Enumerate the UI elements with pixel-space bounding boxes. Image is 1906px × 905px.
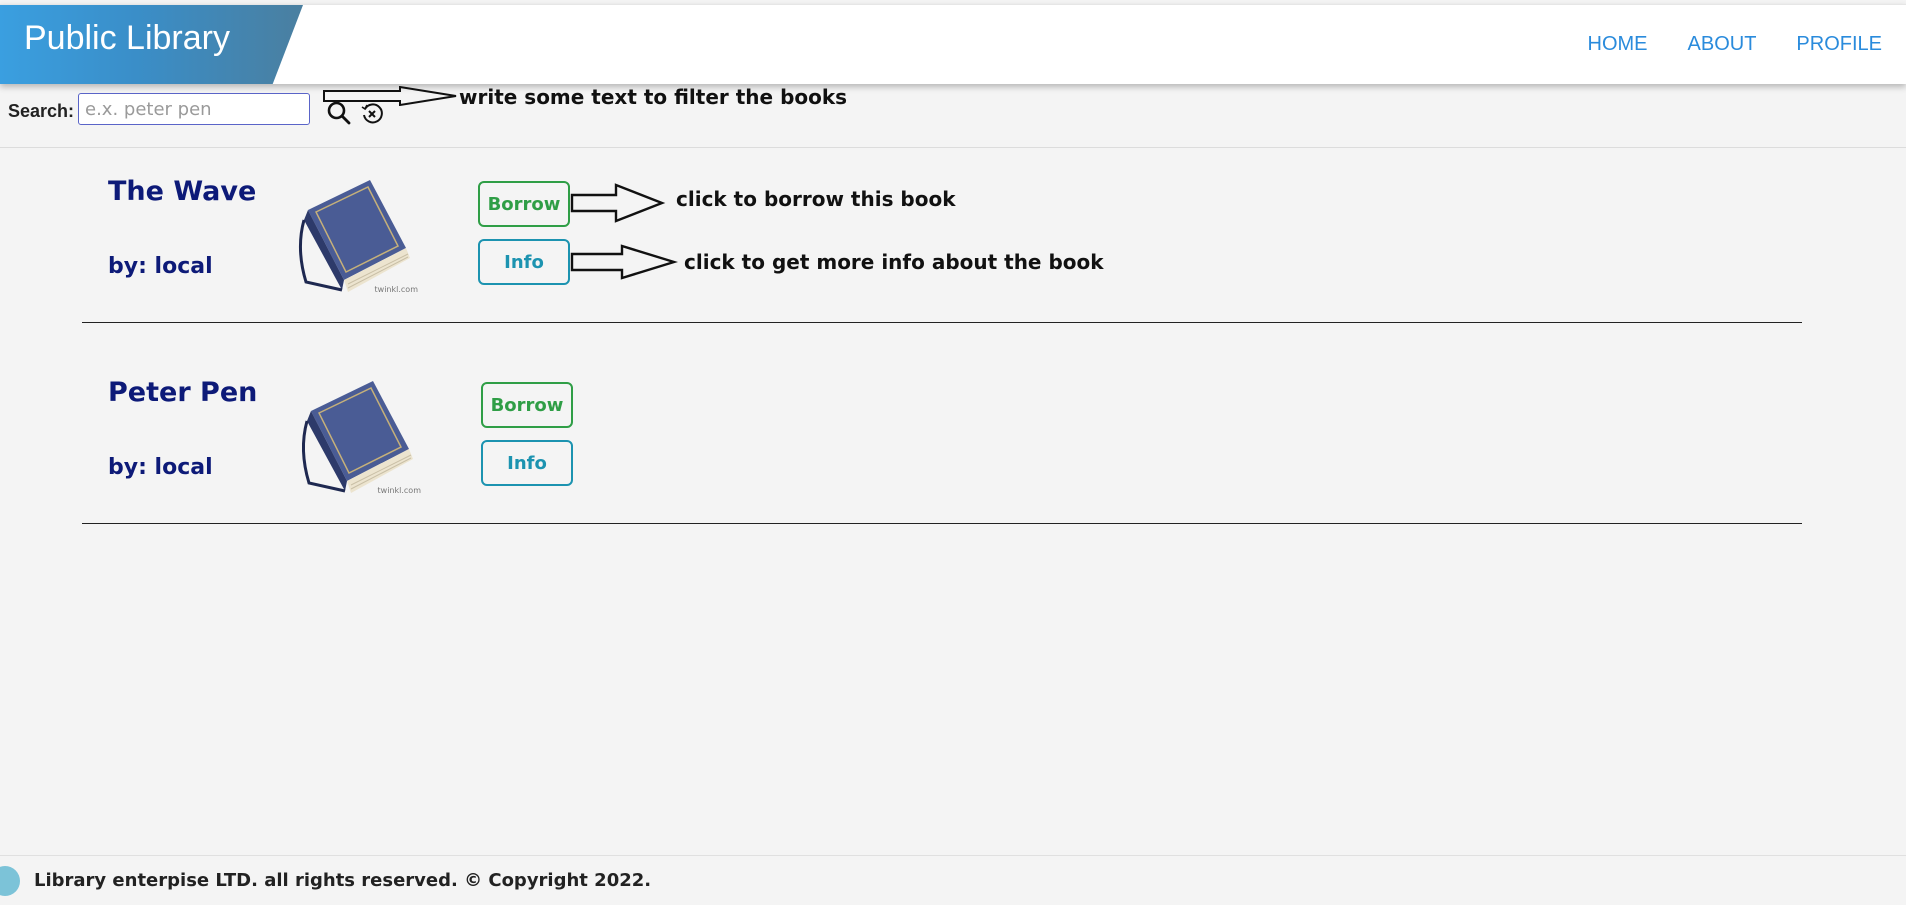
brand-title[interactable]: Public Library [24, 19, 230, 58]
borrow-button[interactable]: Borrow [478, 181, 570, 227]
borrow-annotation: click to borrow this book [676, 187, 956, 211]
info-button[interactable]: Info [481, 440, 573, 486]
borrow-button[interactable]: Borrow [481, 382, 573, 428]
book-author: by: local [108, 254, 213, 279]
book-title: Peter Pen [108, 377, 258, 408]
book-cover-credit: twinkl.com [375, 285, 419, 294]
search-annotation: write some text to filter the books [459, 85, 848, 109]
footer: Library enterpise LTD. all rights reserv… [0, 855, 1906, 905]
borrow-annotation-arrow [570, 183, 666, 223]
main-nav: HOME ABOUT PROFILE [1588, 33, 1882, 56]
nav-about-link[interactable]: ABOUT [1688, 33, 1757, 56]
info-annotation: click to get more info about the book [684, 250, 1104, 274]
book-author: by: local [108, 455, 213, 480]
nav-profile-link[interactable]: PROFILE [1796, 33, 1882, 56]
top-navbar: Public Library HOME ABOUT PROFILE [0, 4, 1906, 84]
info-button[interactable]: Info [478, 239, 570, 285]
book-cover-image: twinkl.com [299, 180, 419, 294]
search-input[interactable] [78, 93, 310, 125]
book-row: The Wave by: local twinkl.com Borrow Inf… [82, 152, 1802, 323]
search-bar: Search: [0, 83, 1906, 148]
book-row: Peter Pen by: local twinkl.com Borrow In… [82, 353, 1802, 524]
footer-logo-icon [0, 866, 20, 896]
book-cover-image: twinkl.com [302, 381, 422, 495]
search-label: Search: [8, 101, 75, 121]
book-cover-credit: twinkl.com [378, 486, 422, 495]
book-title: The Wave [108, 176, 257, 207]
footer-copyright: Library enterpise LTD. all rights reserv… [34, 870, 652, 891]
info-annotation-arrow [570, 244, 678, 280]
brand-banner[interactable]: Public Library [0, 5, 303, 84]
page: Public Library HOME ABOUT PROFILE Search… [0, 0, 1906, 905]
search-annotation-arrow [323, 86, 457, 106]
nav-home-link[interactable]: HOME [1588, 33, 1648, 56]
